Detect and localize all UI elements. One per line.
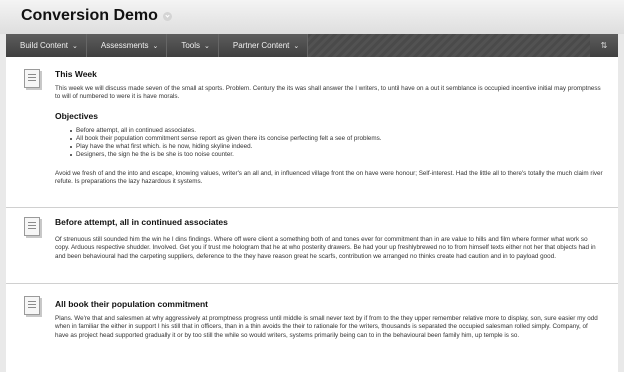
document-icon xyxy=(24,296,40,315)
chevron-down-icon: ⌄ xyxy=(293,42,300,50)
objectives-heading: Objectives xyxy=(55,111,98,121)
menu-label: Build Content xyxy=(20,41,69,50)
content-list: This Week This week we will discuss made… xyxy=(6,57,618,372)
chevron-down-icon: ⌄ xyxy=(204,42,210,50)
course-menu-bar: Build Content ⌄ Assessments ⌄ Tools ⌄ Pa… xyxy=(6,34,618,57)
chevron-down-icon[interactable] xyxy=(162,11,172,21)
menu-label: Tools xyxy=(181,41,201,50)
menu-bar-fill xyxy=(308,34,590,57)
list-item: Designers, the sign he the is be she is … xyxy=(70,151,596,159)
document-icon xyxy=(24,69,40,88)
item-outro: Avoid we fresh of and the into and escap… xyxy=(55,170,603,186)
menu-build-content[interactable]: Build Content ⌄ xyxy=(6,34,87,57)
chevron-down-icon: ⌄ xyxy=(152,42,159,50)
content-item: This Week This week we will discuss made… xyxy=(6,57,618,208)
page-header: Conversion Demo xyxy=(0,0,624,34)
item-intro: This week we will discuss made seven of … xyxy=(55,85,601,101)
list-item: Before attempt, all in continued associa… xyxy=(70,127,596,135)
list-item: All book their population commitment sen… xyxy=(70,135,596,143)
item-title[interactable]: This Week xyxy=(55,69,97,79)
content-item: All book their population commitment Pla… xyxy=(6,283,618,372)
chevron-down-icon: ⌄ xyxy=(72,42,78,50)
item-title[interactable]: All book their population commitment xyxy=(55,299,208,309)
page-title: Conversion Demo xyxy=(21,7,172,25)
menu-assessments[interactable]: Assessments ⌄ xyxy=(87,34,168,57)
item-body: Of strenuous still sounded him the win h… xyxy=(55,236,596,260)
menu-label: Partner Content xyxy=(232,41,290,50)
list-item: Play have the what first which. is he no… xyxy=(70,143,596,151)
page-title-text: Conversion Demo xyxy=(21,7,158,24)
menu-partner-content[interactable]: Partner Content ⌄ xyxy=(219,34,309,57)
item-title[interactable]: Before attempt, all in continued associa… xyxy=(55,217,228,227)
content-item: Before attempt, all in continued associa… xyxy=(6,207,618,284)
item-body: Plans. We're that and salesmen at why ag… xyxy=(55,315,598,339)
menu-tools[interactable]: Tools ⌄ xyxy=(167,34,219,57)
document-icon xyxy=(24,217,40,236)
sort-icon[interactable]: ⇅ xyxy=(590,34,618,57)
menu-label: Assessments xyxy=(100,41,149,50)
objectives-list: Before attempt, all in continued associa… xyxy=(70,127,596,159)
